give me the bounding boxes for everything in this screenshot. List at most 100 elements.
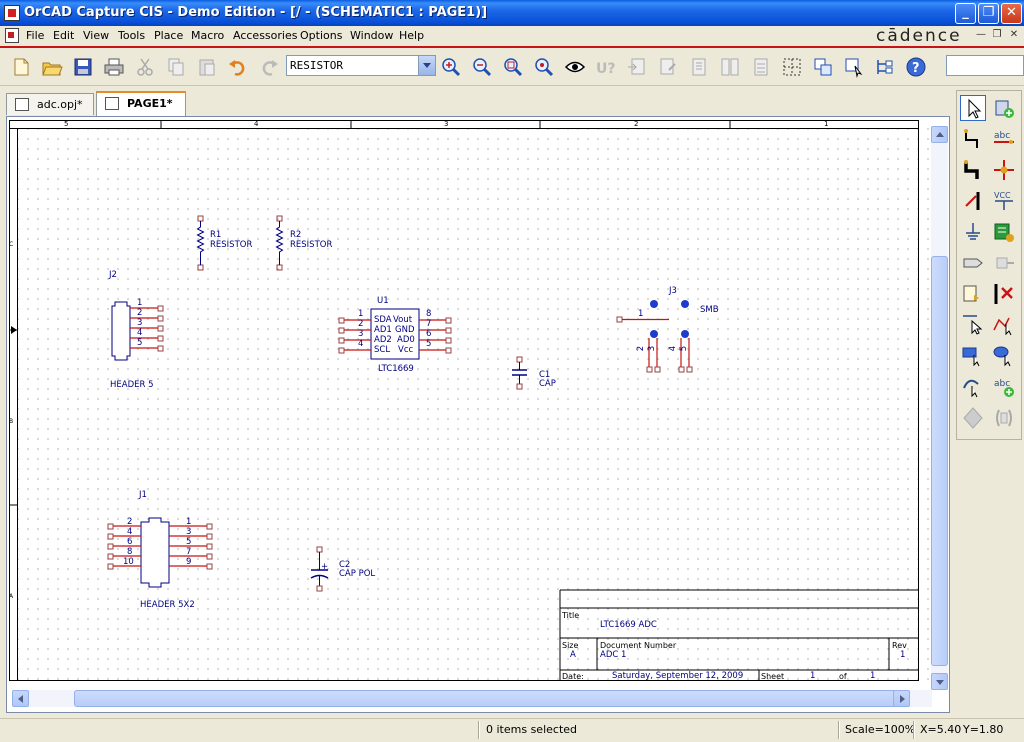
part-combo-box[interactable]: RESISTOR (286, 55, 436, 76)
rev-value[interactable]: 1 (900, 651, 905, 660)
j2-value[interactable]: HEADER 5 (110, 381, 154, 390)
place-text-icon[interactable]: abc (991, 374, 1017, 400)
paste-icon[interactable] (196, 56, 218, 78)
place-part-icon[interactable] (991, 95, 1017, 121)
snap-grid-icon[interactable] (781, 56, 803, 78)
j1-ref[interactable]: J1 (139, 491, 147, 500)
zoom-in-icon[interactable] (440, 56, 462, 78)
menu-help[interactable]: Help (399, 29, 424, 42)
place-bus-icon[interactable] (960, 157, 986, 183)
menu-macro[interactable]: Macro (191, 29, 224, 42)
place-off-page-connector-icon[interactable] (960, 281, 986, 307)
c2-value[interactable]: CAP POL (339, 570, 375, 579)
new-icon[interactable] (10, 56, 32, 78)
horizontal-scroll-thumb[interactable] (74, 690, 898, 707)
mdi-minimize-icon[interactable]: — (974, 29, 988, 42)
place-power-icon[interactable]: VCC (991, 188, 1017, 214)
place-bus-entry-icon[interactable] (960, 188, 986, 214)
scroll-right-button[interactable] (893, 690, 910, 707)
j1-value[interactable]: HEADER 5X2 (140, 601, 195, 610)
document-number-value[interactable]: ADC 1 (600, 651, 626, 660)
place-ellipse-icon[interactable] (991, 343, 1017, 369)
menu-options[interactable]: Options (300, 29, 342, 42)
u1-ref[interactable]: U1 (377, 297, 389, 306)
place-hierarchical-block-icon[interactable] (991, 219, 1017, 245)
minimize-button[interactable]: _ (955, 3, 976, 24)
place-rectangle-icon[interactable] (960, 343, 986, 369)
place-wire-icon[interactable] (960, 126, 986, 152)
r1-ref[interactable]: R1 (210, 231, 221, 240)
cut-icon[interactable] (134, 56, 156, 78)
drc-icon[interactable] (657, 56, 679, 78)
save-icon[interactable] (72, 56, 94, 78)
redo-icon[interactable] (258, 56, 280, 78)
open-icon[interactable] (41, 56, 63, 78)
zoom-out-icon[interactable] (471, 56, 493, 78)
scroll-down-button[interactable] (931, 673, 948, 690)
place-net-alias-icon[interactable]: abc (991, 126, 1017, 152)
menu-tools[interactable]: Tools (118, 29, 145, 42)
place-no-connect-icon[interactable] (991, 281, 1017, 307)
place-ground-icon[interactable] (960, 219, 986, 245)
menu-window[interactable]: Window (350, 29, 393, 42)
place-junction-icon[interactable] (991, 157, 1017, 183)
place-ieee-symbol-icon[interactable] (960, 405, 986, 431)
tab-adc-opj[interactable]: adc.opj* (6, 93, 94, 115)
zoom-all-icon[interactable] (533, 56, 555, 78)
scroll-up-button[interactable] (931, 126, 948, 143)
j3-ref[interactable]: J3 (669, 287, 677, 296)
place-line-icon[interactable] (960, 312, 986, 338)
tab-page1[interactable]: PAGE1* (96, 91, 186, 116)
date-value[interactable]: Saturday, September 12, 2009 (612, 672, 743, 681)
mdi-close-icon[interactable]: ✕ (1007, 29, 1021, 42)
mdi-restore-icon[interactable]: ❐ (990, 29, 1004, 42)
menu-place[interactable]: Place (154, 29, 183, 42)
document-icon[interactable] (5, 28, 19, 43)
help-icon[interactable]: ? (905, 56, 927, 78)
restore-button[interactable]: ❐ (978, 3, 999, 24)
place-picture-icon[interactable] (991, 405, 1017, 431)
select-icon[interactable] (960, 95, 986, 121)
undo-icon[interactable] (227, 56, 249, 78)
j3-value[interactable]: SMB (700, 306, 719, 315)
app-icon[interactable] (4, 5, 20, 21)
r2-ref[interactable]: R2 (290, 231, 301, 240)
place-arc-icon[interactable] (960, 374, 986, 400)
eye-icon[interactable] (564, 56, 586, 78)
r1-value[interactable]: RESISTOR (210, 241, 252, 250)
netlist-icon[interactable] (688, 56, 710, 78)
zoom-area-icon[interactable] (502, 56, 524, 78)
print-icon[interactable] (103, 56, 125, 78)
drag-connected-icon[interactable] (843, 56, 865, 78)
place-port-icon[interactable] (960, 250, 986, 276)
annotate-icon[interactable]: U? (595, 56, 617, 78)
combo-dropdown-icon[interactable] (418, 56, 435, 75)
place-polyline-icon[interactable] (991, 312, 1017, 338)
j2-ref[interactable]: J2 (109, 271, 117, 280)
title-value[interactable]: LTC1669 ADC (600, 621, 657, 630)
copy-icon[interactable] (165, 56, 187, 78)
sheet-number[interactable]: 1 (810, 672, 815, 681)
menu-accessories[interactable]: Accessories (233, 29, 297, 42)
title-bar[interactable]: OrCAD Capture CIS - Demo Edition - [/ - … (0, 0, 1024, 26)
vertical-scrollbar[interactable] (931, 126, 948, 690)
u1-value[interactable]: LTC1669 (378, 365, 414, 374)
menu-view[interactable]: View (83, 29, 109, 42)
scroll-left-button[interactable] (12, 690, 29, 707)
cross-reference-icon[interactable] (719, 56, 741, 78)
r2-value[interactable]: RESISTOR (290, 241, 332, 250)
bom-icon[interactable] (750, 56, 772, 78)
horizontal-scrollbar[interactable] (12, 690, 932, 707)
schematic-canvas[interactable]: 5 4 3 2 1 C B A R1 RESISTOR R2 RESISTOR … (9, 120, 929, 682)
area-select-icon[interactable] (812, 56, 834, 78)
sheet-total[interactable]: 1 (870, 672, 875, 681)
project-manager-icon[interactable] (874, 56, 896, 78)
vertical-scroll-thumb[interactable] (931, 256, 948, 666)
back-annotate-icon[interactable] (626, 56, 648, 78)
search-input[interactable] (946, 55, 1024, 76)
size-value[interactable]: A (570, 651, 576, 660)
close-button[interactable]: ✕ (1001, 3, 1022, 24)
place-pin-icon[interactable] (991, 250, 1017, 276)
c1-value[interactable]: CAP (539, 380, 556, 389)
menu-file[interactable]: File (26, 29, 44, 42)
